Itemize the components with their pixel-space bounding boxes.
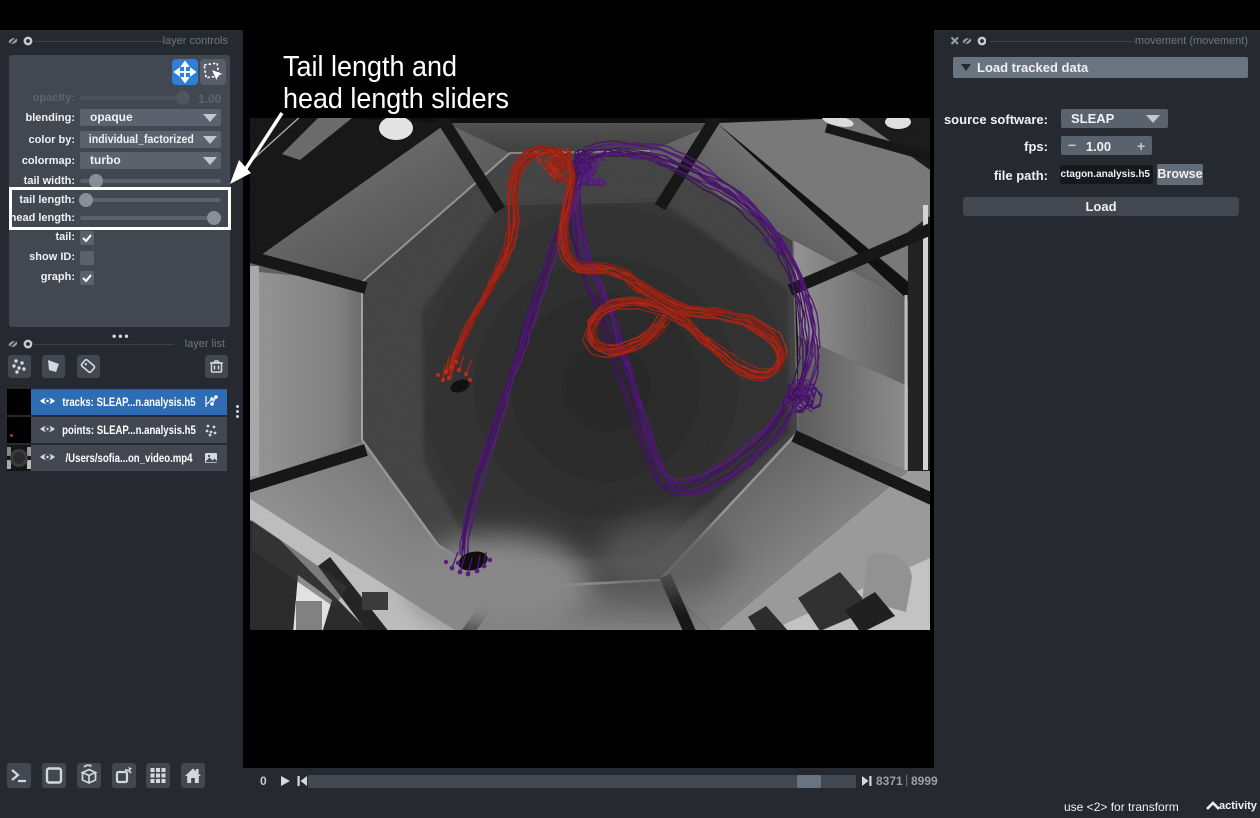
svg-text:Tail length and: Tail length and bbox=[283, 51, 457, 83]
svg-text:head length sliders: head length sliders bbox=[283, 83, 509, 115]
